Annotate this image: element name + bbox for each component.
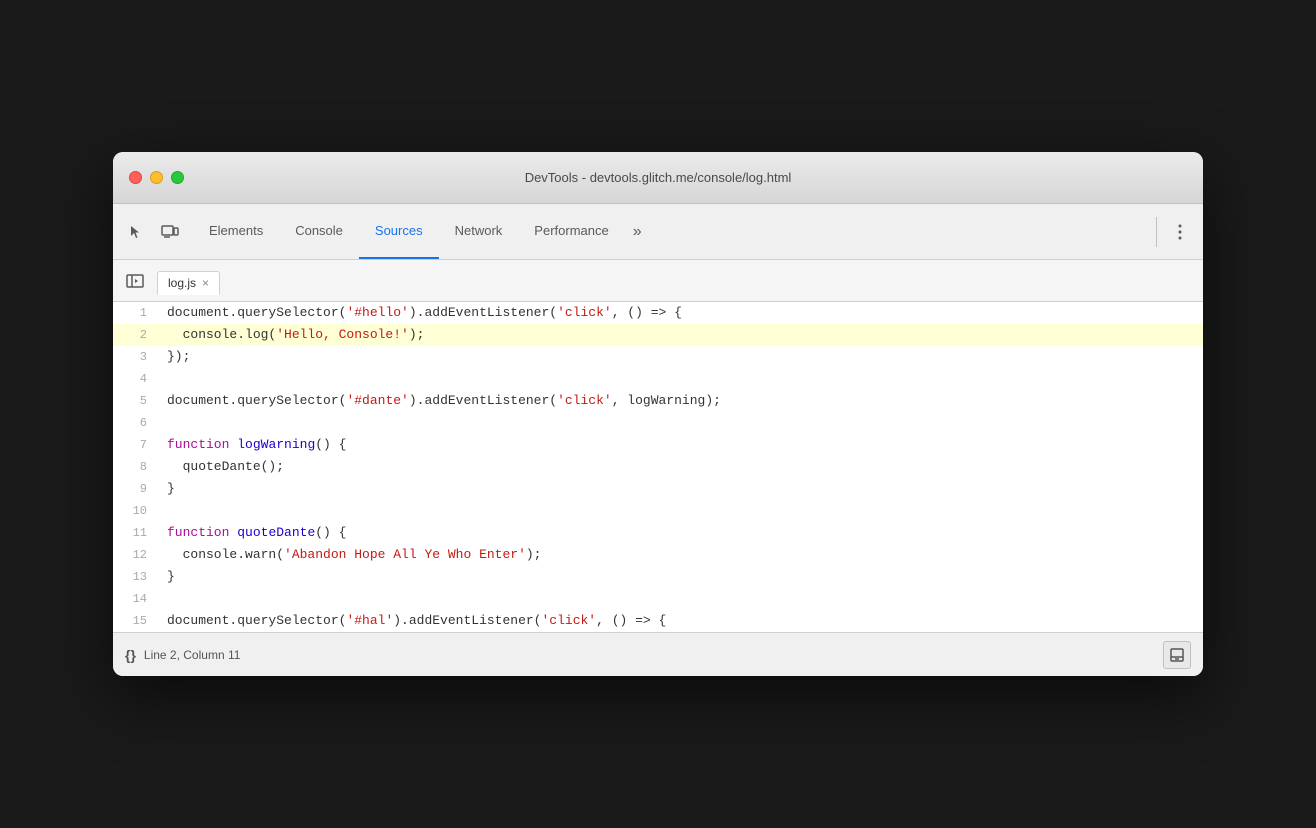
more-tabs-button[interactable]: » [625,204,650,259]
code-line-13: 13 } [113,566,1203,588]
code-line-6: 6 [113,412,1203,434]
sidebar-toggle-button[interactable] [121,267,149,295]
code-editor[interactable]: 1 document.querySelector('#hello').addEv… [113,302,1203,632]
code-line-1: 1 document.querySelector('#hello').addEv… [113,302,1203,324]
tab-performance[interactable]: Performance [518,204,624,259]
cursor-position: Line 2, Column 11 [144,648,241,662]
code-line-12: 12 console.warn('Abandon Hope All Ye Who… [113,544,1203,566]
toolbar-icons [121,217,185,247]
devtools-toolbar: Elements Console Sources Network Perform… [113,204,1203,260]
tab-sources[interactable]: Sources [359,204,439,259]
devtools-window: DevTools - devtools.glitch.me/console/lo… [113,152,1203,676]
file-tab-name: log.js [168,276,196,290]
code-line-11: 11 function quoteDante() { [113,522,1203,544]
code-line-4: 4 [113,368,1203,390]
minimize-button[interactable] [150,171,163,184]
window-title: DevTools - devtools.glitch.me/console/lo… [525,170,792,185]
maximize-button[interactable] [171,171,184,184]
code-line-3: 3 }); [113,346,1203,368]
tab-console[interactable]: Console [279,204,359,259]
toolbar-right [1152,217,1195,247]
code-line-15: 15 document.querySelector('#hal').addEve… [113,610,1203,632]
file-tab-logjs[interactable]: log.js × [157,271,220,295]
code-line-2: 2 console.log('Hello, Console!'); [113,324,1203,346]
file-tab-close-button[interactable]: × [202,277,209,289]
kebab-icon [1178,224,1182,240]
cursor-icon [128,224,144,240]
inspect-element-button[interactable] [121,217,151,247]
code-line-9: 9 } [113,478,1203,500]
statusbar: {} Line 2, Column 11 [113,632,1203,676]
code-line-7: 7 function logWarning() { [113,434,1203,456]
code-line-8: 8 quoteDante(); [113,456,1203,478]
panel-icon [126,274,144,288]
device-icon [161,224,179,240]
code-line-5: 5 document.querySelector('#dante').addEv… [113,390,1203,412]
tab-network[interactable]: Network [439,204,519,259]
statusbar-left: {} Line 2, Column 11 [125,647,240,663]
more-options-button[interactable] [1165,217,1195,247]
code-line-14: 14 [113,588,1203,610]
tab-elements[interactable]: Elements [193,204,279,259]
titlebar: DevTools - devtools.glitch.me/console/lo… [113,152,1203,204]
close-button[interactable] [129,171,142,184]
dock-button[interactable] [1163,641,1191,669]
file-tabbar: log.js × [113,260,1203,302]
divider [1156,217,1157,247]
traffic-lights [129,171,184,184]
dock-icon [1170,648,1184,662]
tabs: Elements Console Sources Network Perform… [193,204,1152,259]
format-toggle-button[interactable]: {} [125,647,136,663]
device-toggle-button[interactable] [155,217,185,247]
statusbar-right [1163,641,1191,669]
code-line-10: 10 [113,500,1203,522]
